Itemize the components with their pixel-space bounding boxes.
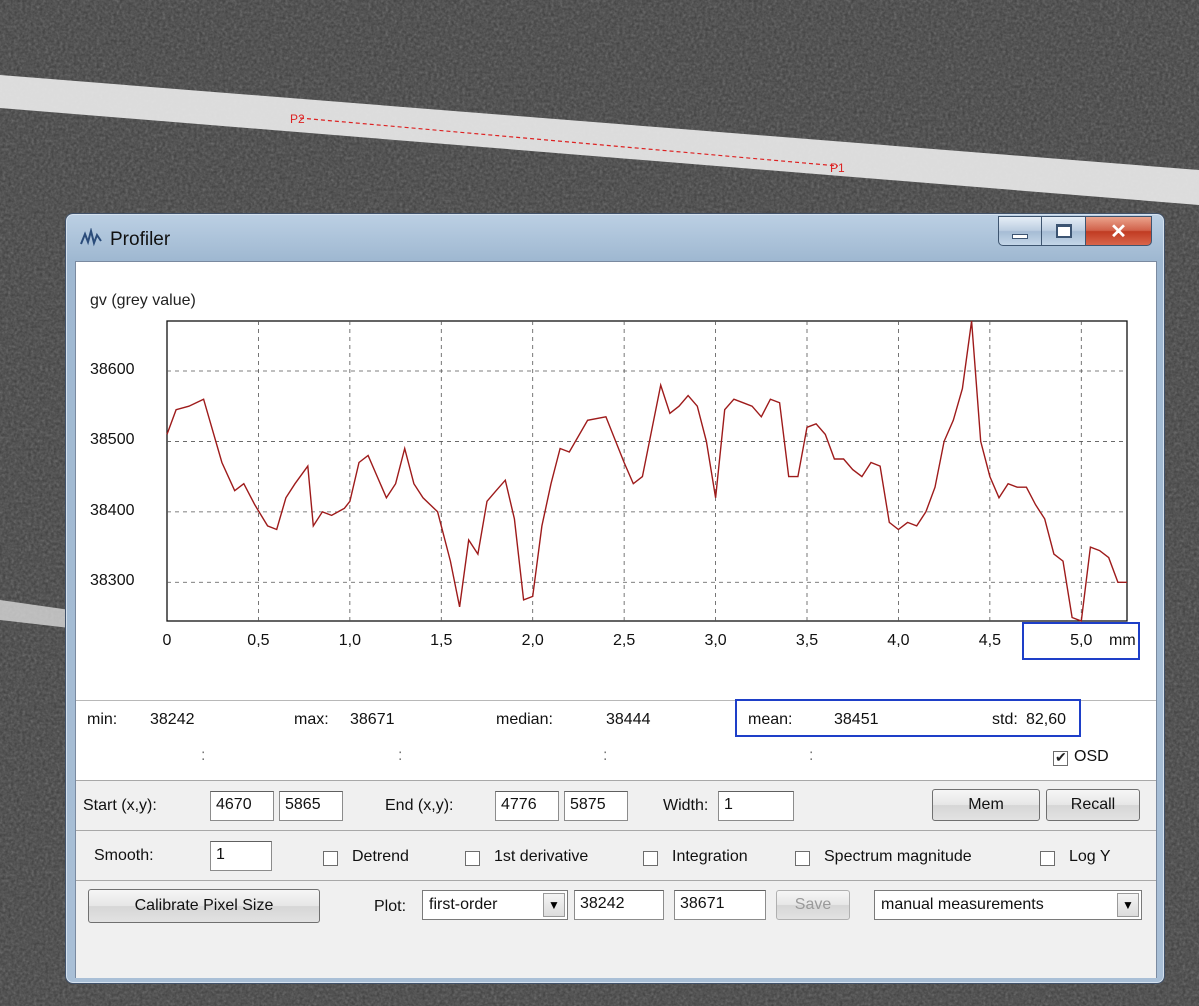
spectrum-checkbox[interactable]	[795, 851, 810, 866]
std-label: std:	[992, 711, 1018, 728]
spectrum-label[interactable]: Spectrum magnitude	[824, 848, 972, 866]
measurement-mode-value: manual measurements	[881, 896, 1044, 913]
start-label: Start (x,y):	[83, 797, 157, 814]
median-label: median:	[496, 711, 553, 728]
start-x-input[interactable]: 4670	[210, 791, 274, 821]
derivative-label[interactable]: 1st derivative	[494, 848, 588, 866]
osd-label[interactable]: OSD	[1074, 748, 1109, 766]
smooth-label: Smooth:	[94, 847, 154, 864]
close-icon: ✕	[1110, 220, 1127, 243]
integration-label[interactable]: Integration	[672, 848, 748, 866]
profiler-window: Profiler ✕ gv (grey value) 38300 38400 385…	[65, 213, 1165, 984]
plot-label: Plot:	[374, 898, 407, 915]
x-tick-label: 0	[162, 632, 172, 649]
end-x-input[interactable]: 4776	[495, 791, 559, 821]
bottom-row: Calibrate Pixel Size Plot: first-order ▼…	[76, 880, 1156, 978]
close-button[interactable]: ✕	[1086, 216, 1152, 246]
width-input[interactable]: 1	[718, 791, 794, 821]
stats-row: min: 38242 max: 38671 median: 38444 mean…	[76, 699, 1156, 738]
y-tick-label: 38500	[90, 431, 135, 449]
median-value: 38444	[606, 711, 651, 728]
width-label: Width:	[663, 797, 709, 814]
plot-type-select[interactable]: first-order ▼	[422, 890, 568, 920]
logy-checkbox[interactable]	[1040, 851, 1055, 866]
p2-marker: P2	[290, 112, 305, 126]
options-row: Smooth: 1 Detrend 1st derivative Integra…	[76, 830, 1156, 881]
x-axis-unit: mm	[1109, 632, 1136, 649]
y-tick-label: 38300	[90, 572, 135, 590]
end-label: End (x,y):	[385, 797, 454, 814]
max-label: max:	[294, 711, 329, 728]
x-tick-label: 0,5	[247, 632, 270, 649]
range-max-input[interactable]: 38671	[674, 890, 766, 920]
profiler-app-icon	[80, 228, 102, 247]
x-tick-label: 1,5	[430, 632, 453, 649]
osd-checkbox[interactable]	[1053, 749, 1068, 766]
mem-button[interactable]: Mem	[932, 789, 1040, 821]
y-tick-label: 38400	[90, 501, 135, 519]
x-tick-label: 4,5	[978, 632, 1001, 649]
end-y-input[interactable]: 5875	[564, 791, 628, 821]
plot-frame	[166, 320, 1128, 622]
coords-row: Start (x,y): 4670 5865 End (x,y): 4776 5…	[76, 780, 1156, 831]
p1-marker: P1	[830, 161, 845, 175]
client-area: gv (grey value) 38300 38400 38500 38600 0 0,…	[75, 261, 1157, 978]
x-tick-label: 2,0	[521, 632, 544, 649]
chevron-down-icon[interactable]: ▼	[1117, 893, 1139, 917]
mean-label: mean:	[748, 711, 793, 728]
start-y-input[interactable]: 5865	[279, 791, 343, 821]
y-tick-label: 38600	[90, 361, 135, 378]
x-tick-label: 1,0	[338, 632, 361, 649]
measurement-mode-select[interactable]: manual measurements ▼	[874, 890, 1142, 920]
title-bar[interactable]: Profiler ✕	[66, 214, 1164, 262]
range-min-input[interactable]: 38242	[574, 890, 664, 920]
colon-1: :	[201, 747, 206, 764]
integration-checkbox[interactable]	[643, 851, 658, 866]
colon-4: :	[809, 747, 814, 764]
colon-3: :	[603, 747, 608, 764]
window-controls: ✕	[998, 216, 1152, 246]
detrend-label[interactable]: Detrend	[352, 848, 409, 866]
derivative-checkbox[interactable]	[465, 851, 480, 866]
x-tick-label: 3,0	[704, 632, 727, 649]
mean-value: 38451	[834, 711, 879, 728]
x-tick-label: 4,0	[887, 632, 910, 649]
detrend-checkbox[interactable]	[323, 851, 338, 866]
maximize-icon	[1055, 224, 1072, 238]
x-tick-label: 3,5	[795, 632, 819, 649]
calibrate-pixel-size-button[interactable]: Calibrate Pixel Size	[88, 889, 320, 923]
osd-row: : : : : OSD	[76, 737, 1156, 780]
minimize-icon	[1012, 233, 1028, 239]
max-value: 38671	[350, 711, 395, 728]
maximize-button[interactable]	[1042, 216, 1086, 246]
plot-type-value: first-order	[429, 896, 498, 913]
window-title: Profiler	[110, 229, 171, 250]
smooth-input[interactable]: 1	[210, 841, 272, 871]
min-value: 38242	[150, 711, 195, 728]
chevron-down-icon[interactable]: ▼	[543, 893, 565, 917]
colon-2: :	[398, 747, 403, 764]
recall-button[interactable]: Recall	[1046, 789, 1140, 821]
std-value: 82,60	[1026, 711, 1067, 728]
logy-label[interactable]: Log Y	[1069, 848, 1111, 866]
x-tick-label: 2,5	[613, 632, 636, 649]
save-button[interactable]: Save	[776, 890, 850, 920]
min-label: min:	[87, 711, 118, 728]
minimize-button[interactable]	[998, 216, 1042, 246]
profile-plot: gv (grey value) 38300 38400 38500 38600 0 0,…	[76, 262, 1156, 700]
